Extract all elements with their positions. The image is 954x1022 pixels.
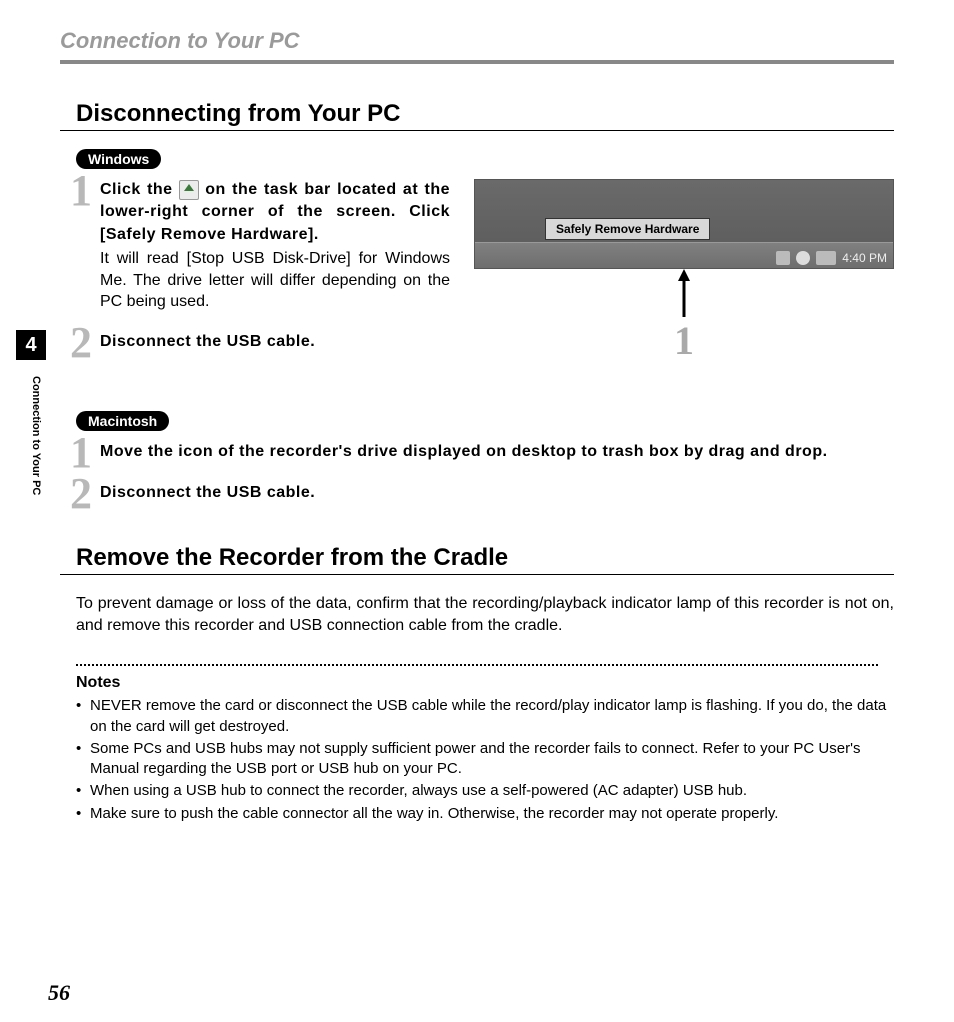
mac-step2-bold: Disconnect the USB cable.: [100, 482, 894, 504]
step2-bold: Disconnect the USB cable.: [100, 331, 450, 353]
running-header: Connection to Your PC: [60, 28, 894, 54]
note-item: Some PCs and USB hubs may not supply suf…: [76, 739, 894, 780]
title-rule-1: [60, 130, 894, 131]
notes-heading: Notes: [76, 674, 894, 692]
step-number: 2: [70, 321, 92, 365]
taskbar-screenshot: Safely Remove Hardware 4:40 PM 1: [474, 179, 894, 371]
callout-arrow: [674, 269, 694, 317]
win-step-1: 1 Click the on the task bar located at t…: [76, 179, 450, 313]
tray-icon: [796, 251, 810, 265]
callout-number: 1: [674, 317, 694, 364]
chapter-tab: 4: [16, 330, 46, 360]
note-item: Make sure to push the cable connector al…: [76, 804, 894, 824]
mac-step-2: 2 Disconnect the USB cable.: [76, 482, 894, 504]
note-item: When using a USB hub to connect the reco…: [76, 781, 894, 801]
tray-icon: [816, 251, 836, 265]
tooltip-text: Safely Remove Hardware: [545, 218, 710, 240]
mac-step-1: 1 Move the icon of the recorder's drive …: [76, 441, 894, 463]
step1-pre: Click the: [100, 181, 179, 198]
win-step-2: 2 Disconnect the USB cable.: [76, 331, 450, 353]
step-number: 1: [70, 169, 92, 213]
disconnect-title: Disconnecting from Your PC: [76, 100, 894, 128]
safely-remove-icon: [179, 180, 199, 200]
dotted-rule: [76, 664, 878, 666]
step1-body: It will read [Stop USB Disk-Drive] for W…: [100, 248, 450, 313]
note-item: NEVER remove the card or disconnect the …: [76, 696, 894, 737]
page-number: 56: [48, 980, 70, 1006]
mac-step1-bold: Move the icon of the recorder's drive di…: [100, 441, 894, 463]
clock-time: 4:40 PM: [842, 251, 887, 265]
remove-body: To prevent damage or loss of the data, c…: [76, 593, 894, 636]
tray-icon: [776, 251, 790, 265]
side-label: Connection to Your PC: [30, 376, 42, 495]
header-rule: [60, 60, 894, 64]
title-rule-2: [60, 574, 894, 575]
notes-list: NEVER remove the card or disconnect the …: [76, 696, 894, 824]
remove-title: Remove the Recorder from the Cradle: [76, 544, 894, 572]
step-number: 2: [70, 472, 92, 516]
